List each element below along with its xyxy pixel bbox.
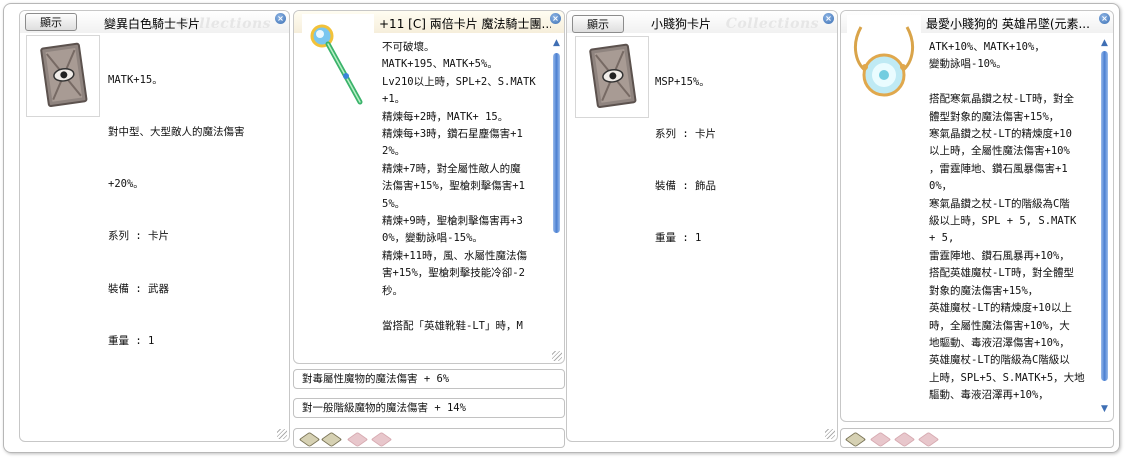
weight-value: 1 <box>694 232 702 245</box>
card-slot-empty[interactable] <box>346 431 369 448</box>
type-label: 系列 <box>108 230 129 243</box>
desc-line: MSP+15%。 <box>655 75 710 88</box>
type-label: 系列 <box>655 128 676 141</box>
close-icon[interactable]: × <box>823 13 834 24</box>
card-slot-filled[interactable] <box>844 431 867 448</box>
type-row: 系列 : 卡片 <box>655 128 716 141</box>
close-icon[interactable]: × <box>550 13 561 24</box>
bonus-option-1: 對毒屬性魔物的魔法傷害 + 6% <box>293 369 565 389</box>
weight-label: 重量 <box>655 232 676 245</box>
resize-grip[interactable] <box>277 429 287 439</box>
card-icon <box>40 42 88 107</box>
item-window-pendant[interactable]: 最愛小賤狗的 英雄吊墜(元素... × ATK+10%、MATK+10%， 變動… <box>840 10 1114 422</box>
scrollbar[interactable]: ▲ ▼ <box>1099 39 1110 415</box>
card-slot-empty[interactable] <box>917 431 940 448</box>
desc-line: 對中型、大型敵人的魔法傷害 <box>108 126 245 139</box>
card-slot-empty[interactable] <box>893 431 916 448</box>
card-slots-bar <box>840 428 1114 448</box>
item-window-staff[interactable]: +11 [C] 兩倍卡片 魔法騎士團... × 不可破壞。 MATK+195、M… <box>293 10 565 364</box>
equip-value: 武器 <box>147 282 169 295</box>
scroll-thumb[interactable] <box>553 53 560 233</box>
item-title: +11 [C] 兩倍卡片 魔法騎士團... <box>379 17 551 31</box>
item-description: ATK+10%、MATK+10%， 變動詠唱-10%。 搭配寒氣晶鑽之杖-LT時… <box>929 41 1085 402</box>
item-title: 最愛小賤狗的 英雄吊墜(元素... <box>926 17 1090 31</box>
type-value: 卡片 <box>694 128 716 141</box>
bonus-option-2: 對一般階級魔物的魔法傷害 + 14% <box>293 398 565 418</box>
item-title: 小賤狗卡片 <box>651 17 712 31</box>
weight-value: 1 <box>147 334 155 347</box>
resize-grip[interactable] <box>552 351 562 361</box>
card-slot-empty[interactable] <box>370 431 393 448</box>
weight-row: 重量 : 1 <box>655 232 702 245</box>
item-window-card-1[interactable]: Collections 變異白色騎士卡片 × 顯示 MATK+15。 對中型、大… <box>19 10 290 442</box>
desc-line: +20%。 <box>108 178 144 191</box>
item-title: 變異白色騎士卡片 <box>104 17 201 31</box>
resize-grip[interactable] <box>825 429 835 439</box>
weight-label: 重量 <box>108 334 129 347</box>
equip-label: 裝備 <box>655 180 676 193</box>
scroll-thumb[interactable] <box>1101 51 1108 381</box>
close-icon[interactable]: × <box>275 13 286 24</box>
scroll-up-icon[interactable]: ▲ <box>1099 39 1110 48</box>
item-description: 不可破壞。 MATK+195、MATK+5%。 Lv210以上時，SPL+2、S… <box>382 41 536 332</box>
show-button[interactable]: 顯示 <box>572 15 624 33</box>
card-slot-filled[interactable] <box>320 431 343 448</box>
scrollbar[interactable]: ▲ <box>551 39 562 359</box>
item-description: MATK+15。 對中型、大型敵人的魔法傷害 +20%。 系列 : 卡片 裝備 … <box>108 37 286 385</box>
card-slot-filled[interactable] <box>298 431 321 448</box>
type-row: 系列 : 卡片 <box>108 230 169 243</box>
item-image <box>847 15 921 117</box>
desc-line: MATK+15。 <box>108 73 163 86</box>
item-description: MSP+15%。 系列 : 卡片 裝備 : 飾品 重量 : 1 <box>655 39 833 283</box>
item-image <box>26 35 100 117</box>
item-window-card-2[interactable]: Collections 小賤狗卡片 × 顯示 MSP+15%。 系列 : 卡片 … <box>566 10 838 442</box>
collections-watermark: Collections <box>725 16 819 32</box>
show-button[interactable]: 顯示 <box>25 13 77 31</box>
item-image <box>302 14 374 116</box>
scroll-up-icon[interactable]: ▲ <box>551 39 562 48</box>
equip-label: 裝備 <box>108 282 129 295</box>
weight-row: 重量 : 1 <box>108 334 155 347</box>
equip-row: 裝備 : 飾品 <box>655 180 716 193</box>
scroll-down-icon[interactable]: ▼ <box>1099 405 1110 414</box>
pendant-icon <box>853 26 915 97</box>
card-slots-bar <box>293 428 565 448</box>
equip-value: 飾品 <box>694 180 716 193</box>
staff-icon <box>310 24 363 105</box>
item-image <box>575 36 649 118</box>
card-icon <box>589 43 637 108</box>
type-value: 卡片 <box>147 230 169 243</box>
card-slot-empty[interactable] <box>869 431 892 448</box>
close-icon[interactable]: × <box>1099 13 1110 24</box>
equip-row: 裝備 : 武器 <box>108 282 169 295</box>
